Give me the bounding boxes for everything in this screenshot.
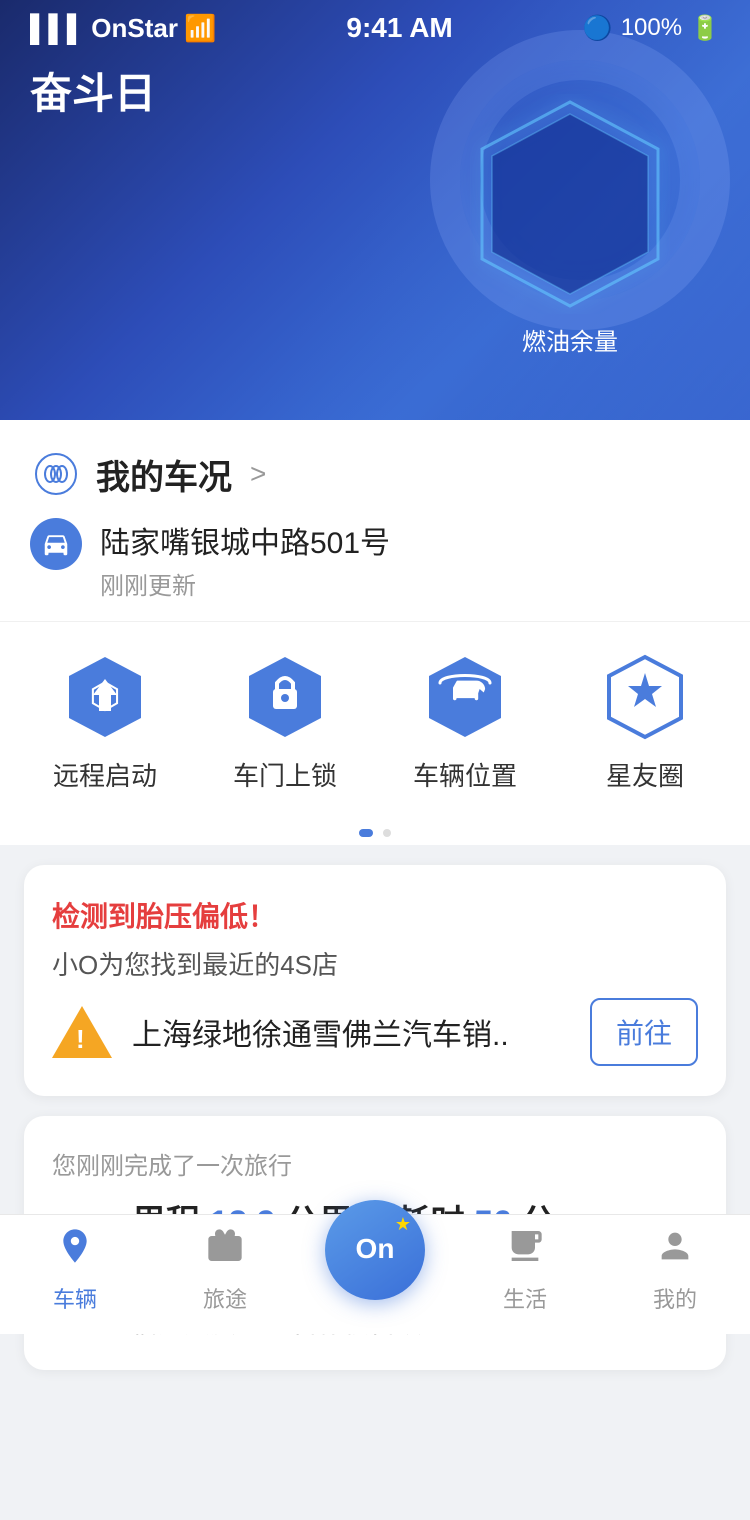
hero-section: 奋斗日 燃油余量 <box>0 0 750 420</box>
status-time: 9:41 AM <box>346 12 452 44</box>
car-status-arrow: > <box>250 458 266 490</box>
remote-start-label: 远程启动 <box>53 756 157 793</box>
trip-label: 旅途 <box>203 1282 247 1314</box>
car-icon-svg <box>41 529 71 559</box>
page-dots <box>0 813 750 845</box>
action-door-lock[interactable]: 车门上锁 <box>200 652 370 793</box>
quick-actions-section: ⬡ 远程启动 车门上锁 <box>0 622 750 813</box>
warning-icon: ! <box>52 1002 112 1062</box>
mine-label: 我的 <box>653 1282 697 1314</box>
star-circle-label: 星友圈 <box>606 756 684 793</box>
dot-active <box>359 829 373 837</box>
tab-life[interactable]: 生活 <box>450 1226 600 1314</box>
location-icon <box>30 518 82 570</box>
action-remote-start[interactable]: ⬡ 远程启动 <box>20 652 190 793</box>
tab-onstar[interactable]: ★ On <box>300 1200 450 1300</box>
alert-card: 检测到胎压偏低！ 小O为您找到最近的4S店 ! 上海绿地徐通雪佛兰汽车销.. 前… <box>24 865 726 1096</box>
page-title: 奋斗日 <box>30 60 156 121</box>
car-location-icon <box>420 652 510 742</box>
life-label: 生活 <box>503 1282 547 1314</box>
fuel-label: 燃油余量 <box>522 322 618 357</box>
buick-logo-svg <box>34 452 78 496</box>
onstar-label: On <box>356 1234 395 1265</box>
tab-bar: 车辆 旅途 ★ On 生活 我的 <box>0 1214 750 1334</box>
alert-title: 检测到胎压偏低！ <box>52 895 698 935</box>
action-car-location[interactable]: 车辆位置 <box>380 652 550 793</box>
trip-subtitle: 您刚刚完成了一次旅行 <box>52 1146 698 1181</box>
onstar-button[interactable]: ★ On <box>325 1200 425 1300</box>
car-status-section: 我的车况 > 陆家嘴银城中路501号 刚刚更新 <box>0 420 750 622</box>
status-carrier: ▌▌▌ OnStar 📶 <box>30 13 216 44</box>
warning-triangle: ! <box>52 1006 112 1058</box>
status-battery: 🔵 100% 🔋 <box>583 14 720 43</box>
hex-shape <box>470 94 670 314</box>
location-address: 陆家嘴银城中路501号 <box>100 518 720 562</box>
door-lock-icon <box>240 652 330 742</box>
car-location-label: 车辆位置 <box>413 756 517 793</box>
shop-name: 上海绿地徐通雪佛兰汽车销.. <box>132 1010 570 1054</box>
tab-vehicle[interactable]: 车辆 <box>0 1226 150 1314</box>
trip-icon <box>205 1226 245 1276</box>
door-lock-label: 车门上锁 <box>233 756 337 793</box>
tab-trip[interactable]: 旅途 <box>150 1226 300 1314</box>
star-circle-icon <box>600 652 690 742</box>
alert-subtitle: 小O为您找到最近的4S店 <box>52 945 698 982</box>
vehicle-label: 车辆 <box>53 1282 97 1314</box>
action-star-circle[interactable]: 星友圈 <box>560 652 730 793</box>
location-text: 陆家嘴银城中路501号 刚刚更新 <box>100 518 720 601</box>
car-status-title: 我的车况 <box>96 450 232 499</box>
hex-svg <box>470 94 670 314</box>
location-row: 陆家嘴银城中路501号 刚刚更新 <box>30 518 720 601</box>
mine-icon <box>655 1226 695 1276</box>
car-status-header[interactable]: 我的车况 > <box>30 448 720 500</box>
life-icon <box>505 1226 545 1276</box>
fuel-indicator: 燃油余量 <box>450 90 690 360</box>
location-updated: 刚刚更新 <box>100 566 720 601</box>
buick-logo <box>30 448 82 500</box>
tab-mine[interactable]: 我的 <box>600 1226 750 1314</box>
status-bar: ▌▌▌ OnStar 📶 9:41 AM 🔵 100% 🔋 <box>0 0 750 52</box>
onstar-star: ★ <box>395 1214 411 1235</box>
alert-body: ! 上海绿地徐通雪佛兰汽车销.. 前往 <box>52 998 698 1066</box>
actions-grid: ⬡ 远程启动 车门上锁 <box>20 652 730 793</box>
dot-inactive <box>383 829 391 837</box>
goto-button[interactable]: 前往 <box>590 998 698 1066</box>
remote-start-icon: ⬡ <box>60 652 150 742</box>
vehicle-icon <box>55 1226 95 1276</box>
